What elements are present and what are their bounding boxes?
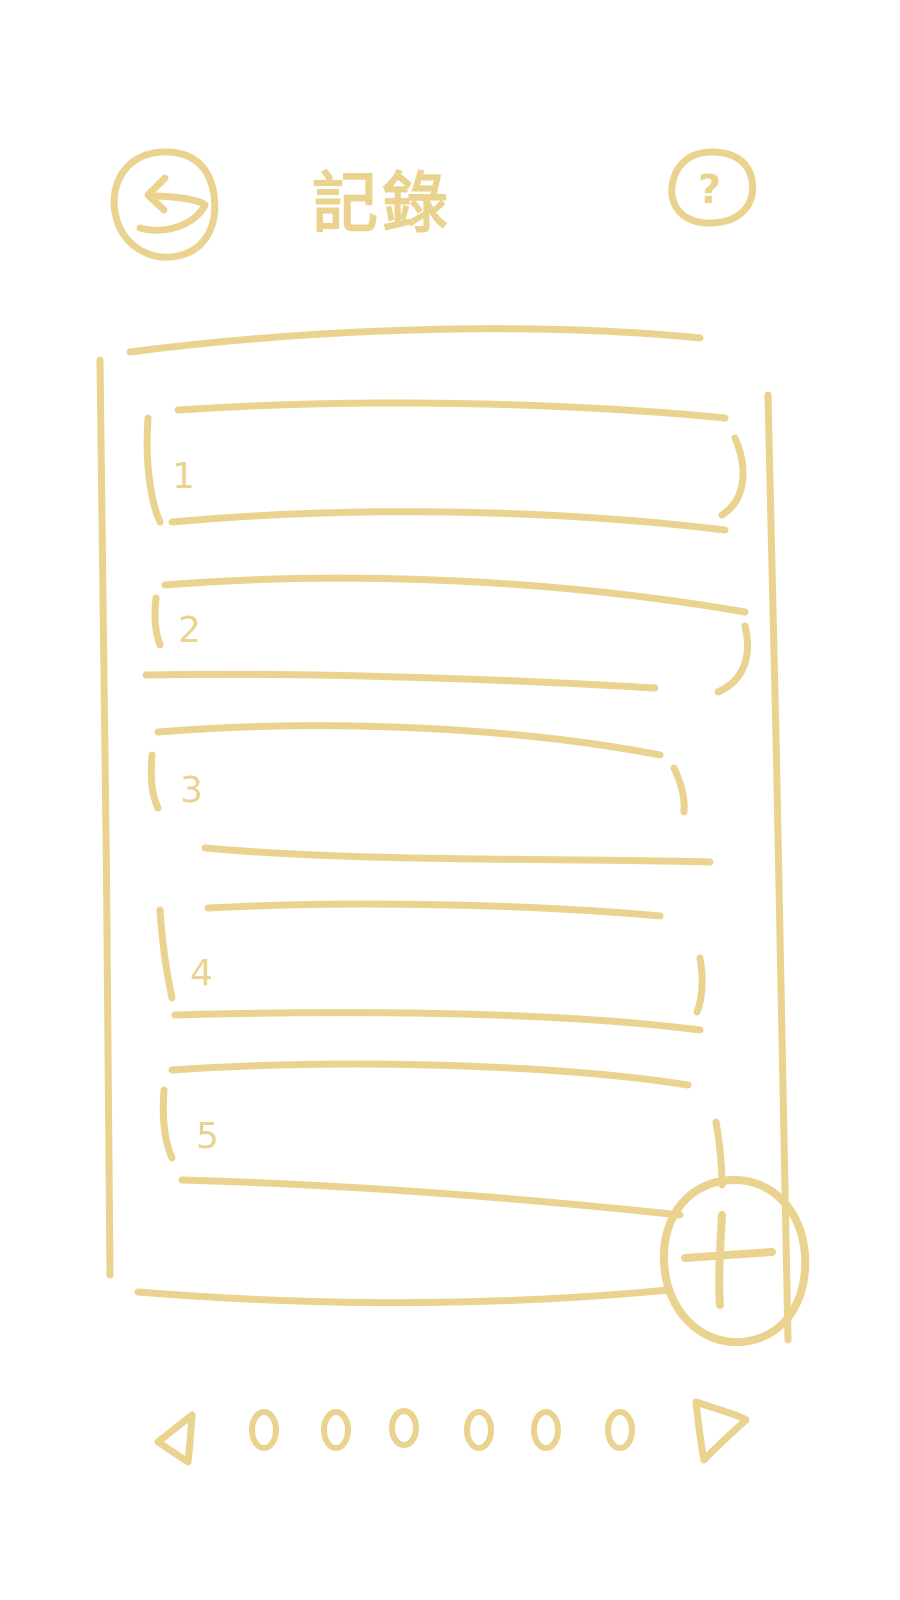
record-item-5[interactable]: 5 <box>159 1060 726 1219</box>
record-item-bottom <box>171 1009 704 1034</box>
page-dot[interactable] <box>531 1409 561 1451</box>
records-panel <box>96 325 792 1344</box>
record-item-number: 2 <box>178 610 201 651</box>
panel-top-edge <box>126 325 704 356</box>
record-item-right <box>670 764 688 816</box>
record-item-left <box>151 594 164 649</box>
page-dot[interactable] <box>389 1408 419 1448</box>
record-item-number: 1 <box>172 456 195 497</box>
record-item-bottom <box>201 844 714 866</box>
triangle-left-icon[interactable] <box>154 1411 196 1466</box>
page-dot[interactable] <box>605 1409 635 1451</box>
help-button[interactable]: ? <box>668 148 757 227</box>
record-item-bottom <box>178 1176 684 1219</box>
help-icon: ? <box>698 167 721 213</box>
record-item-left <box>156 906 176 1002</box>
panel-left-edge <box>96 356 114 1279</box>
record-item-right <box>714 622 751 696</box>
record-item-number: 5 <box>196 1116 219 1157</box>
panel-bottom-edge <box>134 1286 672 1307</box>
record-item-bottom <box>168 508 729 534</box>
record-item-right <box>712 1118 726 1189</box>
record-item-top <box>161 574 749 616</box>
record-item-top <box>174 399 729 422</box>
record-item-right <box>718 434 747 519</box>
record-item-top <box>168 1060 692 1089</box>
pagination <box>154 1398 750 1466</box>
record-item-bottom <box>142 670 659 692</box>
record-item-top <box>154 722 664 759</box>
record-item-left <box>143 414 164 526</box>
record-item-number: 4 <box>190 953 213 994</box>
record-item-2[interactable]: 2 <box>142 574 751 696</box>
triangle-right-icon[interactable] <box>692 1398 750 1464</box>
page-dot[interactable] <box>321 1409 351 1451</box>
record-item-top <box>204 900 664 920</box>
plus-icon <box>681 1211 776 1309</box>
record-item-right <box>693 954 706 1016</box>
record-item-left <box>147 751 162 812</box>
sketch-canvas: 記錄 ? 1 2 3 4 5 <box>96 148 810 1466</box>
page-title: 記錄 <box>312 165 452 242</box>
record-item-left <box>159 1086 176 1162</box>
record-item-3[interactable]: 3 <box>147 722 714 866</box>
record-item-4[interactable]: 4 <box>156 900 706 1034</box>
page-dot[interactable] <box>249 1409 279 1451</box>
back-button[interactable] <box>110 148 219 261</box>
record-item-number: 3 <box>180 770 203 811</box>
page-dot[interactable] <box>464 1409 494 1451</box>
back-arrow-icon <box>136 174 209 234</box>
record-item-1[interactable]: 1 <box>143 399 747 534</box>
records-screen: 記錄 ? 1 2 3 4 5 <box>0 0 900 1600</box>
